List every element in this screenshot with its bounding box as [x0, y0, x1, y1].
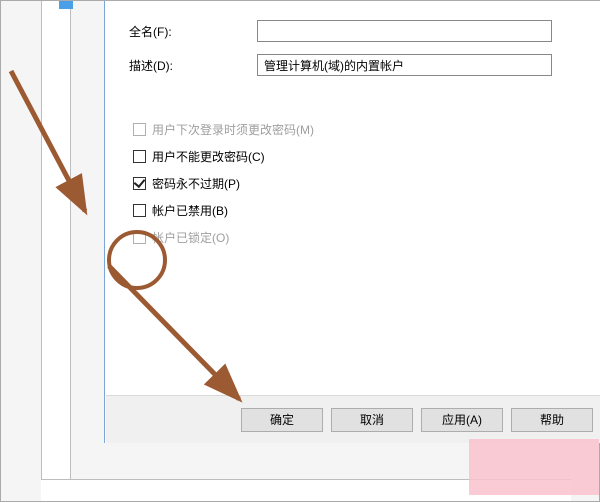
- description-row: 描述(D):: [129, 53, 581, 77]
- account-disabled-label: 帐户已禁用(B): [152, 202, 228, 219]
- description-input[interactable]: [257, 54, 552, 76]
- apply-button[interactable]: 应用(A): [421, 408, 503, 432]
- full-name-input[interactable]: [257, 20, 552, 42]
- background-icon-fragment: [59, 1, 73, 9]
- checkbox-group: 用户下次登录时须更改密码(M) 用户不能更改密码(C) 密码永不过期(P) 帐户…: [133, 119, 581, 247]
- help-button[interactable]: 帮助: [511, 408, 593, 432]
- background-window-edge: [41, 1, 71, 481]
- account-disabled-row: 帐户已禁用(B): [133, 200, 581, 220]
- full-name-row: 全名(F):: [129, 19, 581, 43]
- cannot-change-password-checkbox[interactable]: [133, 150, 146, 163]
- watermark-overlay: [469, 439, 599, 495]
- account-locked-label: 帐户已锁定(O): [152, 229, 229, 246]
- password-never-expires-row: 密码永不过期(P): [133, 173, 581, 193]
- description-label: 描述(D):: [129, 57, 257, 74]
- account-locked-row: 帐户已锁定(O): [133, 227, 581, 247]
- cancel-button[interactable]: 取消: [331, 408, 413, 432]
- password-never-expires-label: 密码永不过期(P): [152, 175, 240, 192]
- account-disabled-checkbox[interactable]: [133, 204, 146, 217]
- dialog-button-bar: 确定 取消 应用(A) 帮助: [106, 395, 600, 443]
- screenshot-frame: 全名(F): 描述(D): 用户下次登录时须更改密码(M) 用户不能更改密码(C…: [0, 0, 600, 502]
- cannot-change-password-label: 用户不能更改密码(C): [152, 148, 265, 165]
- account-locked-checkbox: [133, 231, 146, 244]
- dialog-client-area: 全名(F): 描述(D): 用户下次登录时须更改密码(M) 用户不能更改密码(C…: [114, 1, 600, 395]
- must-change-password-row: 用户下次登录时须更改密码(M): [133, 119, 581, 139]
- cannot-change-password-row: 用户不能更改密码(C): [133, 146, 581, 166]
- password-never-expires-checkbox[interactable]: [133, 177, 146, 190]
- user-properties-dialog: 全名(F): 描述(D): 用户下次登录时须更改密码(M) 用户不能更改密码(C…: [104, 1, 600, 443]
- ok-button[interactable]: 确定: [241, 408, 323, 432]
- must-change-password-label: 用户下次登录时须更改密码(M): [152, 121, 314, 138]
- must-change-password-checkbox: [133, 123, 146, 136]
- full-name-label: 全名(F):: [129, 23, 257, 40]
